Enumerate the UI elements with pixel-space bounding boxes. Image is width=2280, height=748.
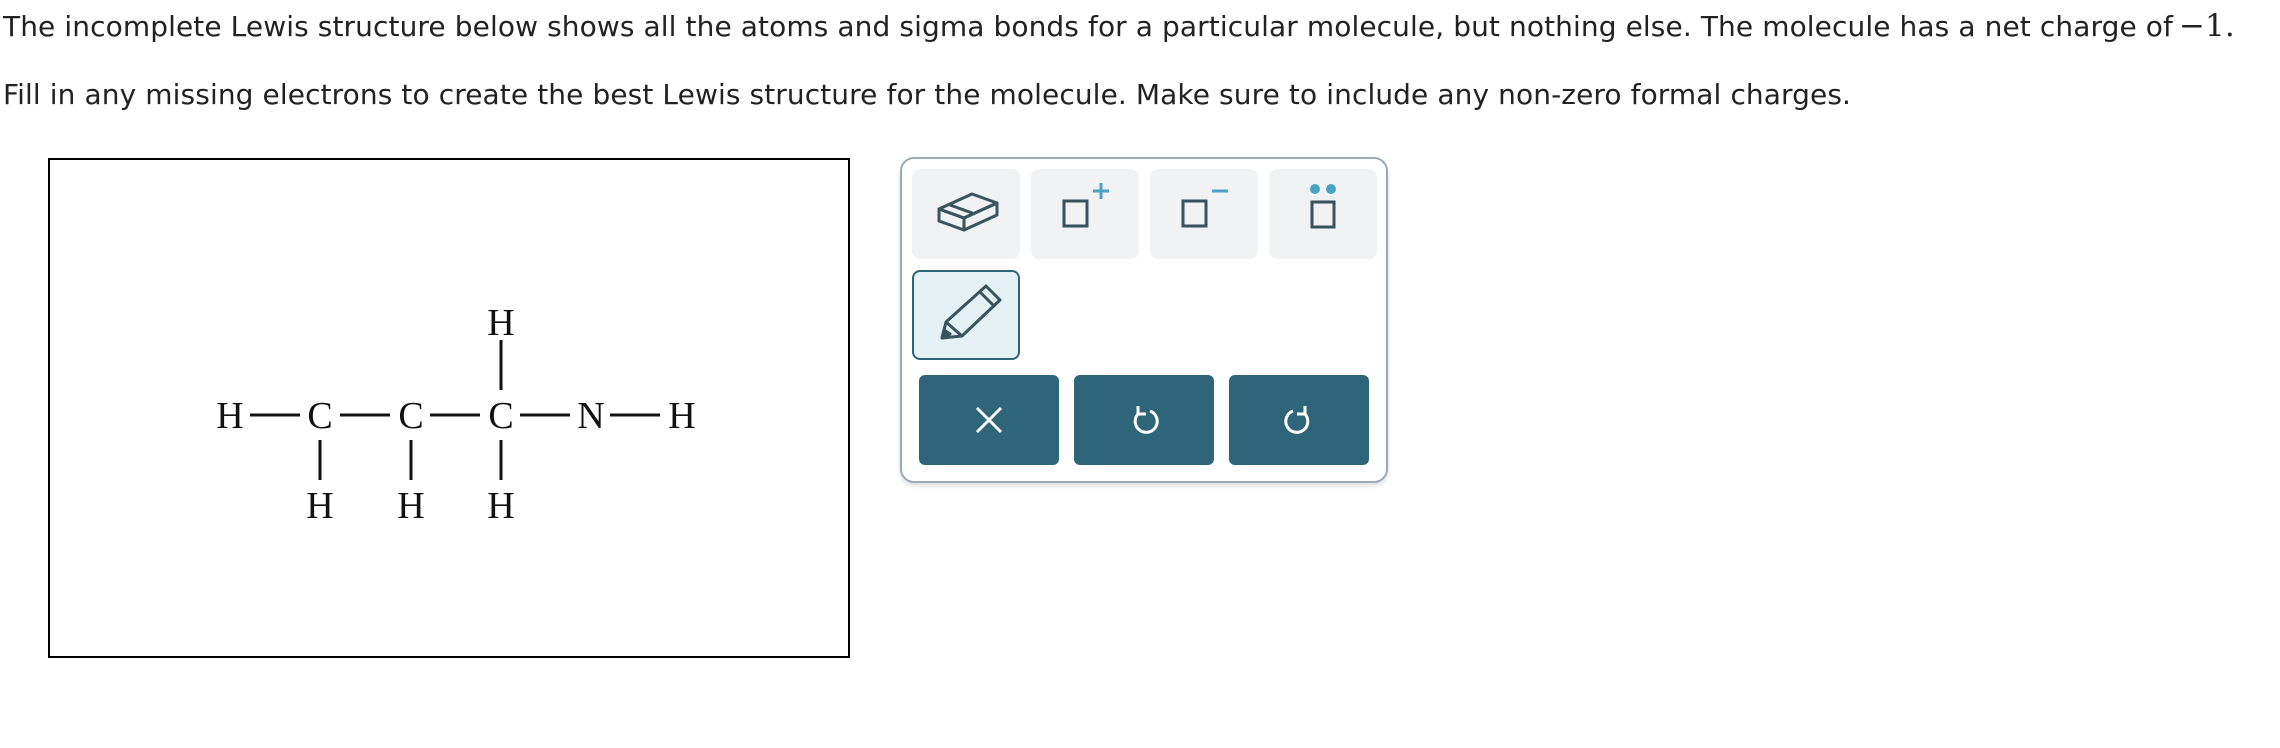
pencil-tool-button[interactable] xyxy=(912,270,1020,360)
redo-icon xyxy=(1284,406,1310,434)
undo-icon xyxy=(1133,406,1159,434)
positive-charge-icon xyxy=(1062,183,1109,228)
atom-c3[interactable]: C xyxy=(488,395,513,437)
positive-charge-tool-button[interactable] xyxy=(1031,169,1139,259)
drawing-canvas[interactable]: H C C C N H H H H H xyxy=(48,158,850,658)
atom-h-c1-bottom[interactable]: H xyxy=(306,485,333,527)
negative-charge-icon xyxy=(1181,189,1228,228)
question-line-2: Fill in any missing electrons to create … xyxy=(3,78,1852,111)
lone-pair-tool-button[interactable] xyxy=(1269,169,1377,259)
question-text-1: The incomplete Lewis structure below sho… xyxy=(3,10,2173,43)
atom-h-c2-bottom[interactable]: H xyxy=(397,485,424,527)
atom-n[interactable]: N xyxy=(577,395,604,437)
atom-h-right[interactable]: H xyxy=(668,395,695,437)
lone-pair-icon xyxy=(1310,184,1336,229)
atom-c1[interactable]: C xyxy=(307,395,332,437)
eraser-icon xyxy=(937,192,999,232)
net-charge-value: −1. xyxy=(2178,8,2235,44)
atom-h-top[interactable]: H xyxy=(487,302,514,344)
pencil-icon xyxy=(940,284,1002,340)
eraser-tool-button[interactable] xyxy=(912,169,1020,259)
atom-h-left[interactable]: H xyxy=(216,395,243,437)
redo-button[interactable] xyxy=(1229,375,1369,465)
undo-button[interactable] xyxy=(1074,375,1214,465)
clear-button[interactable] xyxy=(919,375,1059,465)
question-line-1: The incomplete Lewis structure below sho… xyxy=(3,8,2235,44)
lewis-structure: H C C C N H H H H H xyxy=(216,302,695,527)
atom-h-c3-bottom[interactable]: H xyxy=(487,485,514,527)
negative-charge-tool-button[interactable] xyxy=(1150,169,1258,259)
atom-c2[interactable]: C xyxy=(398,395,423,437)
close-icon xyxy=(975,406,1003,434)
drawing-toolbar xyxy=(900,157,1388,483)
